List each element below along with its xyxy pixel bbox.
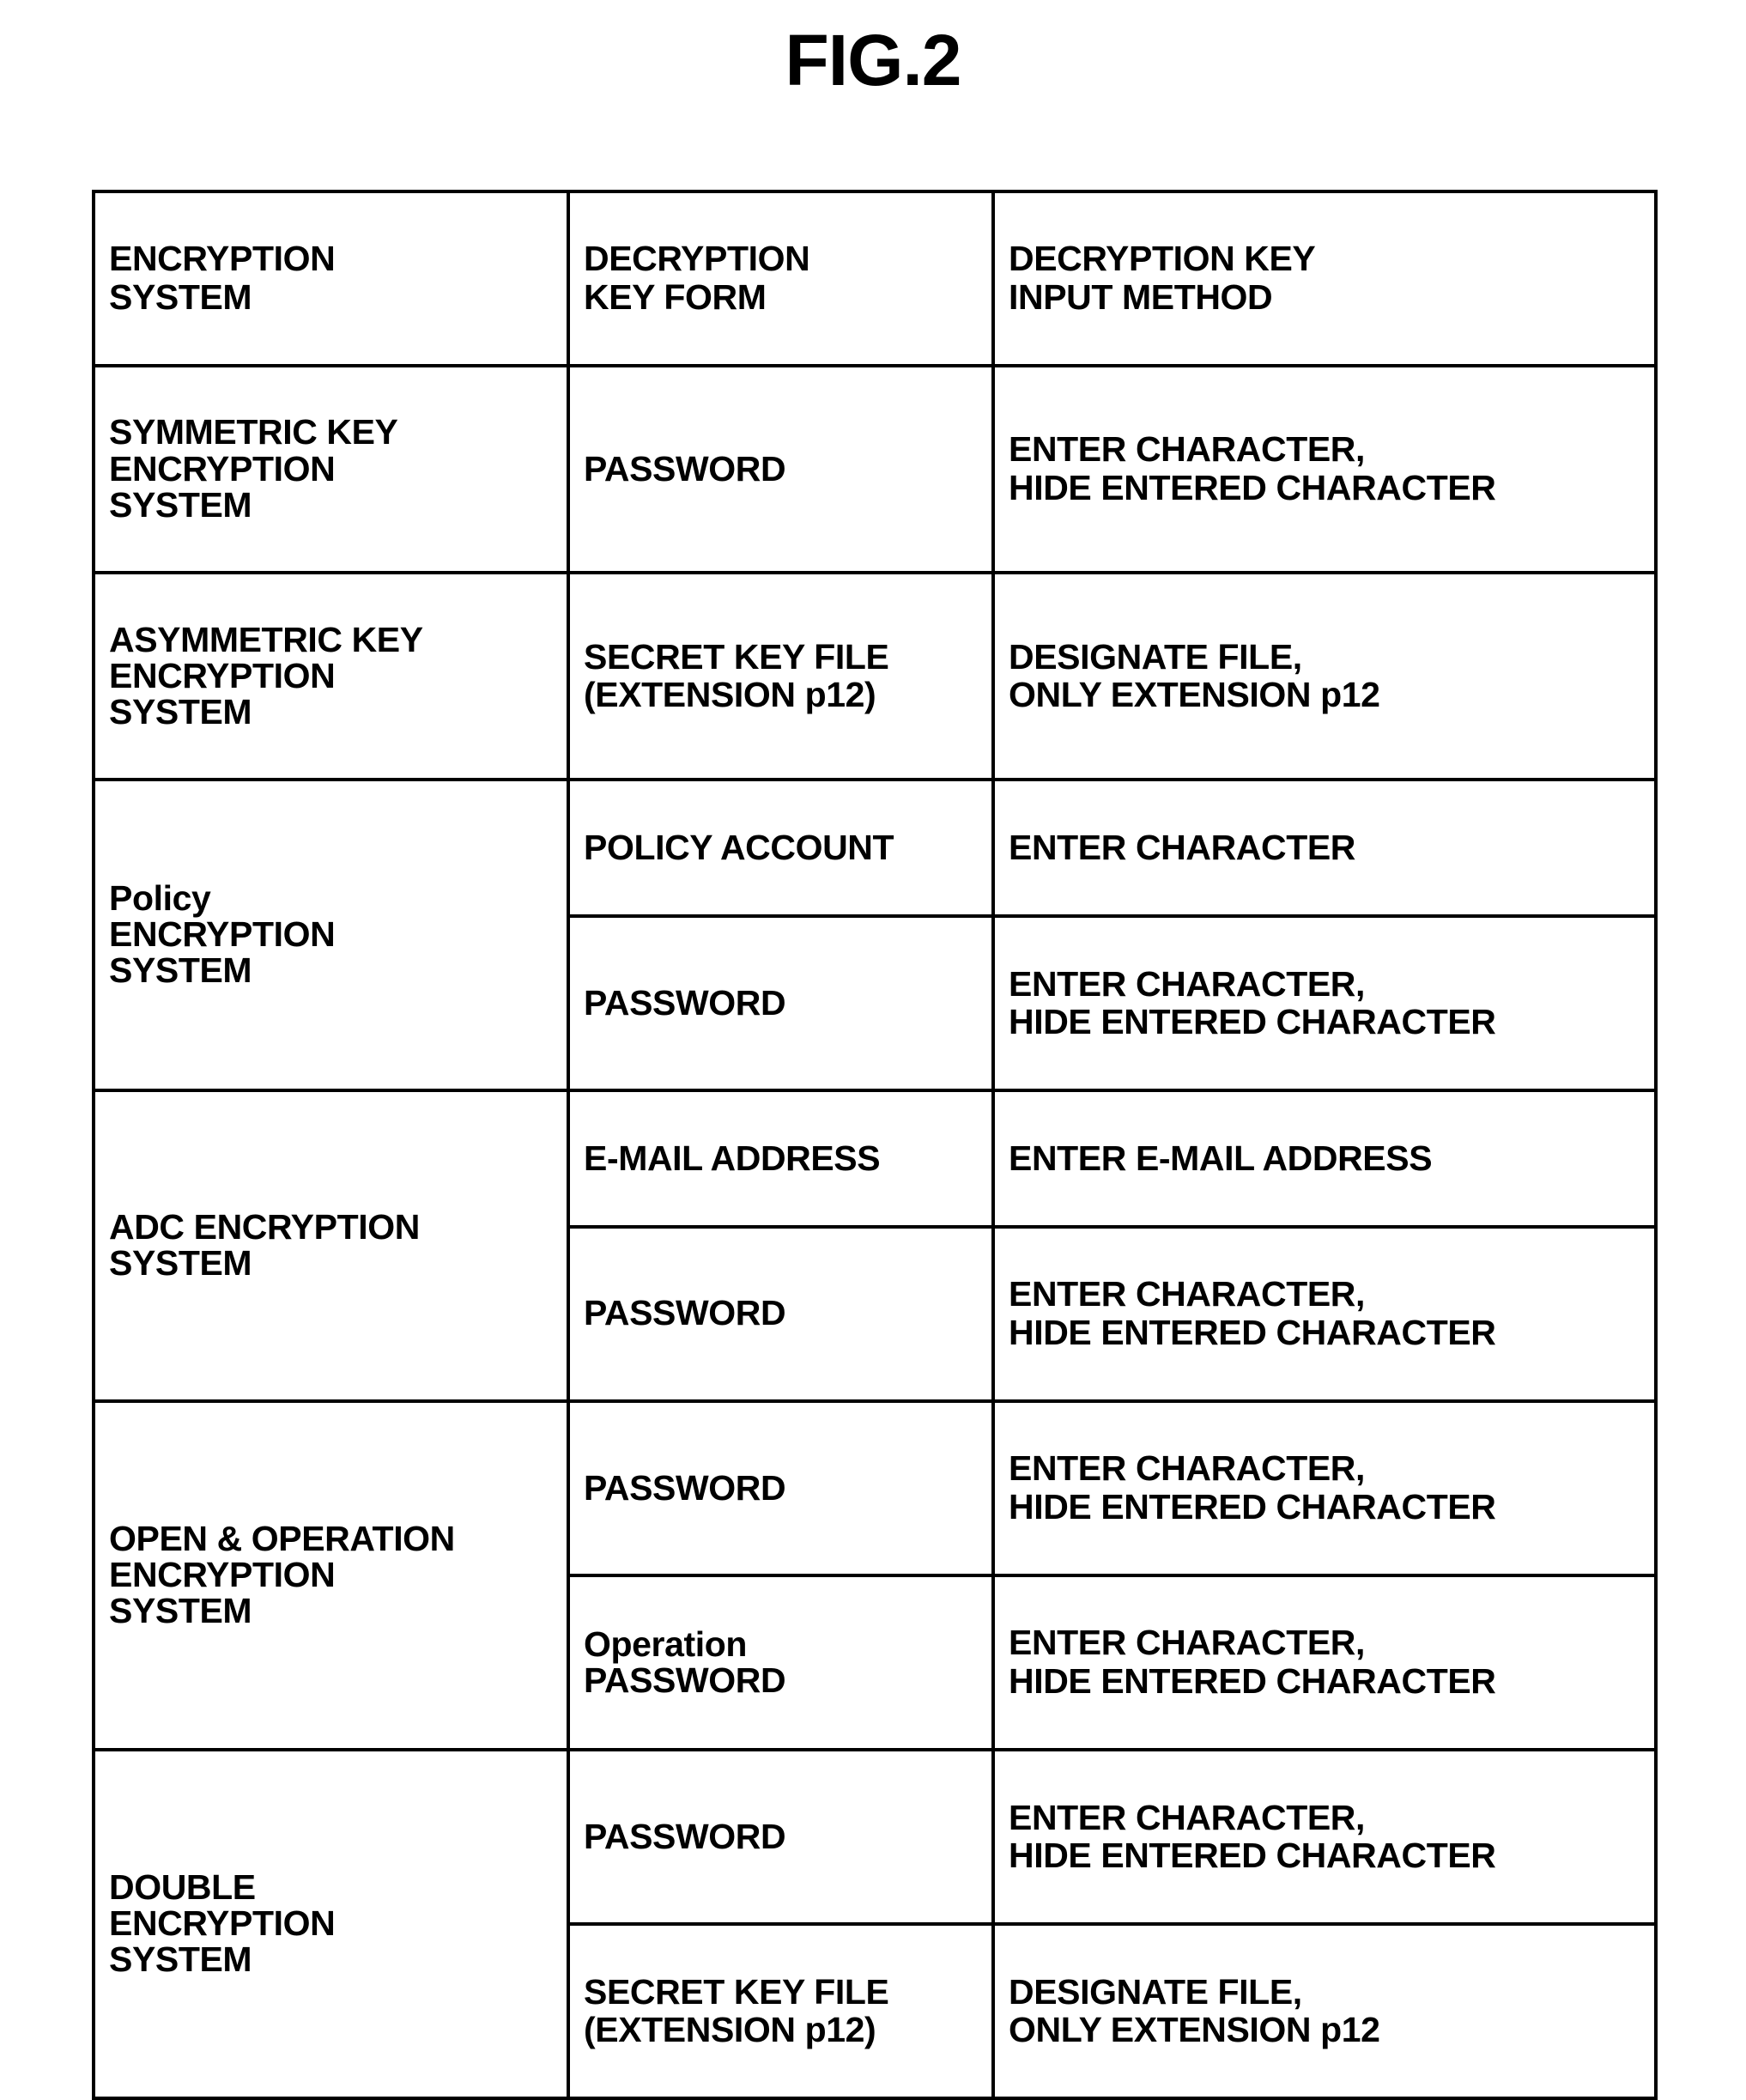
key-form-label: PASSWORD bbox=[584, 982, 786, 1023]
header-cell-decryption-key-input-method: DECRYPTION KEY INPUT METHOD bbox=[991, 189, 1658, 368]
cell-input-method: DESIGNATE FILE, ONLY EXTENSION p12 bbox=[991, 1922, 1658, 2100]
key-form-label: PASSWORD bbox=[584, 1293, 786, 1333]
table-header-row: ENCRYPTION SYSTEM DECRYPTION KEY FORM DE… bbox=[92, 189, 1658, 368]
patent-figure: FIG.2 ENCRYPTION SYSTEM DECRYPTION KEY F… bbox=[0, 0, 1746, 2100]
cell-system-name: DOUBLE ENCRYPTION SYSTEM bbox=[92, 1748, 570, 2100]
key-form-label: SECRET KEY FILE (EXTENSION p12) bbox=[584, 636, 889, 714]
cell-key-form: PASSWORD bbox=[567, 364, 995, 575]
input-method-label: ENTER E-MAIL ADDRESS bbox=[1009, 1138, 1433, 1178]
cell-input-method: ENTER CHARACTER, HIDE ENTERED CHARACTER bbox=[991, 914, 1658, 1093]
key-form-label: PASSWORD bbox=[584, 1467, 786, 1508]
cell-system-name: ADC ENCRYPTION SYSTEM bbox=[92, 1089, 570, 1404]
system-label: ASYMMETRIC KEY ENCRYPTION SYSTEM bbox=[109, 619, 423, 731]
input-method-label: ENTER CHARACTER, HIDE ENTERED CHARACTER bbox=[1009, 963, 1496, 1041]
cell-key-form: SECRET KEY FILE (EXTENSION p12) bbox=[567, 571, 995, 782]
system-label: SYMMETRIC KEY ENCRYPTION SYSTEM bbox=[109, 412, 398, 525]
cell-system-name: ASYMMETRIC KEY ENCRYPTION SYSTEM bbox=[92, 571, 570, 782]
cell-system-name: OPEN & OPERATION ENCRYPTION SYSTEM bbox=[92, 1399, 570, 1752]
input-method-label: ENTER CHARACTER, HIDE ENTERED CHARACTER bbox=[1009, 1274, 1496, 1352]
table-row: ADC ENCRYPTION SYSTEM E-MAIL ADDRESS ENT… bbox=[92, 1089, 1658, 1404]
key-form-label: SECRET KEY FILE (EXTENSION p12) bbox=[584, 1971, 889, 2049]
header-label-decryption-key-input-method: DECRYPTION KEY INPUT METHOD bbox=[1009, 239, 1316, 317]
cell-system-name: Policy ENCRYPTION SYSTEM bbox=[92, 778, 570, 1093]
system-label: DOUBLE ENCRYPTION SYSTEM bbox=[109, 1867, 336, 1980]
cell-input-method: ENTER CHARACTER, HIDE ENTERED CHARACTER bbox=[991, 1748, 1658, 1927]
input-method-label: ENTER CHARACTER, HIDE ENTERED CHARACTER bbox=[1009, 429, 1496, 507]
header-cell-decryption-key-form: DECRYPTION KEY FORM bbox=[567, 189, 995, 368]
header-label-decryption-key-form: DECRYPTION KEY FORM bbox=[584, 239, 810, 317]
key-form-label: PASSWORD bbox=[584, 1816, 786, 1856]
input-method-label: ENTER CHARACTER, HIDE ENTERED CHARACTER bbox=[1009, 1797, 1496, 1875]
input-method-label: DESIGNATE FILE, ONLY EXTENSION p12 bbox=[1009, 1971, 1380, 2049]
table-row: SYMMETRIC KEY ENCRYPTION SYSTEM PASSWORD… bbox=[92, 364, 1658, 575]
table-row: DOUBLE ENCRYPTION SYSTEM PASSWORD ENTER … bbox=[92, 1748, 1658, 2100]
cell-input-method: ENTER CHARACTER, HIDE ENTERED CHARACTER bbox=[991, 1225, 1658, 1404]
table-row: ASYMMETRIC KEY ENCRYPTION SYSTEM SECRET … bbox=[92, 571, 1658, 782]
cell-key-form: PASSWORD bbox=[567, 1748, 995, 1927]
input-method-label: ENTER CHARACTER, HIDE ENTERED CHARACTER bbox=[1009, 1448, 1496, 1526]
cell-input-method: DESIGNATE FILE, ONLY EXTENSION p12 bbox=[991, 571, 1658, 782]
key-form-label: PASSWORD bbox=[584, 448, 786, 489]
cell-input-method: ENTER CHARACTER bbox=[991, 778, 1658, 919]
input-method-label: ENTER CHARACTER, HIDE ENTERED CHARACTER bbox=[1009, 1623, 1496, 1701]
figure-title: FIG.2 bbox=[785, 20, 961, 100]
cell-system-name: SYMMETRIC KEY ENCRYPTION SYSTEM bbox=[92, 364, 570, 575]
input-method-label: DESIGNATE FILE, ONLY EXTENSION p12 bbox=[1009, 636, 1380, 714]
cell-key-form: PASSWORD bbox=[567, 1225, 995, 1404]
cell-key-form: SECRET KEY FILE (EXTENSION p12) bbox=[567, 1922, 995, 2100]
input-method-label: ENTER CHARACTER bbox=[1009, 827, 1356, 867]
system-label: Policy ENCRYPTION SYSTEM bbox=[109, 878, 336, 991]
encryption-systems-table: ENCRYPTION SYSTEM DECRYPTION KEY FORM DE… bbox=[92, 189, 1658, 2100]
cell-input-method: ENTER CHARACTER, HIDE ENTERED CHARACTER bbox=[991, 364, 1658, 575]
cell-key-form: Operation PASSWORD bbox=[567, 1574, 995, 1752]
key-form-label: E-MAIL ADDRESS bbox=[584, 1138, 881, 1178]
system-label: OPEN & OPERATION ENCRYPTION SYSTEM bbox=[109, 1518, 455, 1631]
cell-key-form: POLICY ACCOUNT bbox=[567, 778, 995, 919]
cell-input-method: ENTER CHARACTER, HIDE ENTERED CHARACTER bbox=[991, 1574, 1658, 1752]
key-form-label: Operation PASSWORD bbox=[584, 1624, 786, 1700]
system-label: ADC ENCRYPTION SYSTEM bbox=[109, 1207, 420, 1284]
key-form-label: POLICY ACCOUNT bbox=[584, 827, 894, 867]
header-cell-encryption-system: ENCRYPTION SYSTEM bbox=[92, 189, 570, 368]
cell-input-method: ENTER E-MAIL ADDRESS bbox=[991, 1089, 1658, 1229]
table-row: Policy ENCRYPTION SYSTEM POLICY ACCOUNT … bbox=[92, 778, 1658, 1093]
cell-key-form: E-MAIL ADDRESS bbox=[567, 1089, 995, 1229]
cell-key-form: PASSWORD bbox=[567, 914, 995, 1093]
header-label-encryption-system: ENCRYPTION SYSTEM bbox=[109, 239, 336, 317]
